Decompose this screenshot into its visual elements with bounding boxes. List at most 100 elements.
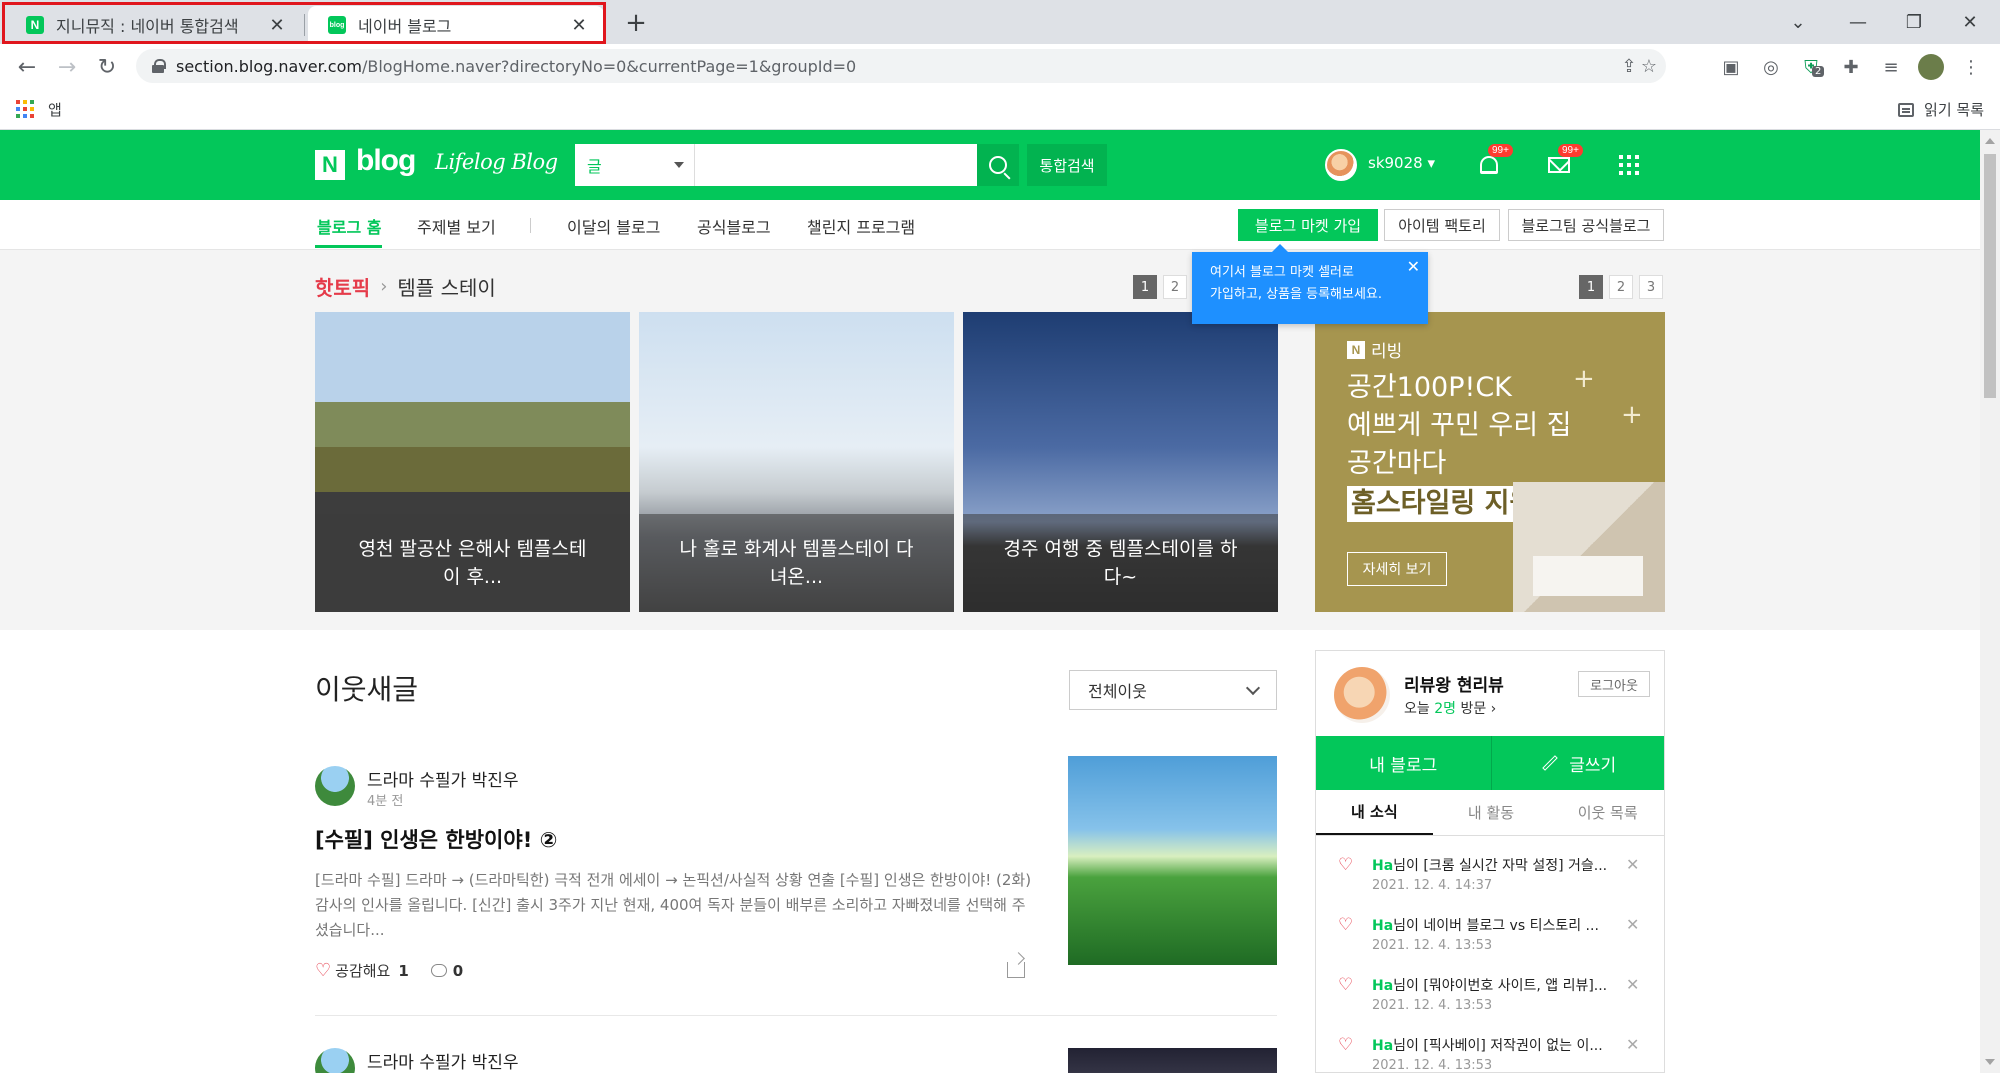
close-icon[interactable]: ✕ bbox=[568, 14, 590, 36]
subnav-blog-of-month[interactable]: 이달의 블로그 bbox=[567, 214, 660, 238]
post-thumbnail[interactable] bbox=[1068, 756, 1277, 965]
chrome-extension-color-icon[interactable]: ◎ bbox=[1758, 54, 1784, 80]
blog-market-join-button[interactable]: 블로그 마켓 가입 bbox=[1238, 209, 1378, 241]
like-label[interactable]: 공감해요 bbox=[335, 960, 390, 981]
more-vertical-icon[interactable]: ⋮ bbox=[1958, 54, 1984, 80]
scrollbar-thumb[interactable] bbox=[1984, 154, 1996, 398]
blog-team-official-button[interactable]: 블로그팀 공식블로그 bbox=[1508, 209, 1664, 241]
bookmark-star-icon[interactable]: ☆ bbox=[1632, 49, 1666, 83]
naver-logo[interactable]: N bbox=[315, 150, 345, 180]
hot-topic-label[interactable]: 핫토픽 bbox=[315, 272, 370, 301]
browser-window: N 지니뮤직 : 네이버 통합검색 ✕ blog 네이버 블로그 ✕ + ⌄ —… bbox=[0, 0, 2000, 1073]
tab-naver-blog[interactable]: blog 네이버 블로그 ✕ bbox=[308, 6, 604, 44]
heart-icon: ♡ bbox=[1338, 855, 1354, 875]
comment-icon[interactable] bbox=[430, 964, 447, 977]
window-close-icon[interactable]: ✕ bbox=[1942, 6, 1998, 38]
profile-avatar[interactable] bbox=[1334, 667, 1390, 723]
post-author[interactable]: 드라마 수필가 박진우 bbox=[367, 766, 519, 791]
close-icon[interactable]: ✕ bbox=[1626, 915, 1639, 934]
my-blog-button[interactable]: 내 블로그 bbox=[1316, 736, 1491, 790]
subnav-challenge-program[interactable]: 챌린지 프로그램 bbox=[807, 214, 915, 238]
user-avatar[interactable] bbox=[1325, 149, 1357, 181]
logout-button[interactable]: 로그아웃 bbox=[1578, 671, 1650, 697]
subnav-by-topic[interactable]: 주제별 보기 bbox=[417, 214, 496, 238]
profile-name[interactable]: 리뷰왕 현리뷰 bbox=[1404, 671, 1504, 696]
minimize-icon[interactable]: — bbox=[1830, 6, 1886, 38]
post-thumbnail[interactable] bbox=[1068, 1048, 1277, 1073]
page-button[interactable]: 1 bbox=[1133, 275, 1157, 299]
card-caption: 경주 여행 중 템플스테이를 하다~ bbox=[963, 514, 1278, 612]
filter-value: 전체이웃 bbox=[1088, 682, 1147, 701]
tab-my-activity[interactable]: 내 활동 bbox=[1433, 790, 1550, 835]
scroll-up-icon[interactable] bbox=[1985, 138, 1995, 144]
news-item[interactable]: ♡ Ha님이 [픽사베이] 저작권이 없는 이... 2021. 12. 4. … bbox=[1316, 1027, 1664, 1072]
tab-genie-music-search[interactable]: N 지니뮤직 : 네이버 통합검색 ✕ bbox=[6, 6, 302, 44]
share-icon[interactable] bbox=[1007, 962, 1025, 978]
visit-count[interactable]: 오늘 2명 방문 › bbox=[1404, 698, 1496, 718]
tab-neighbor-list[interactable]: 이웃 목록 bbox=[1549, 790, 1664, 835]
close-icon[interactable]: ✕ bbox=[1626, 975, 1639, 994]
page-button[interactable]: 3 bbox=[1639, 275, 1663, 299]
forward-arrow-icon[interactable]: → bbox=[52, 52, 82, 82]
naver-apps-button[interactable] bbox=[1612, 148, 1646, 182]
page-button[interactable]: 1 bbox=[1579, 275, 1603, 299]
ad-detail-button[interactable]: 자세히 보기 bbox=[1347, 552, 1447, 586]
restore-icon[interactable]: ❐ bbox=[1886, 6, 1942, 38]
write-button[interactable]: 글쓰기 bbox=[1490, 736, 1665, 790]
extensions-puzzle-icon[interactable]: ✚ bbox=[1838, 54, 1864, 80]
total-search-button[interactable]: 통합검색 bbox=[1027, 144, 1107, 186]
blog-logo-text[interactable]: blog bbox=[356, 144, 416, 178]
like-count: 1 bbox=[398, 961, 409, 980]
media-control-icon[interactable]: ≡ bbox=[1878, 54, 1904, 80]
apps-grid-icon[interactable] bbox=[16, 100, 34, 118]
close-icon[interactable]: ✕ bbox=[1626, 855, 1639, 874]
comment-count: 0 bbox=[452, 961, 464, 980]
picture-in-picture-icon[interactable]: ▣ bbox=[1718, 54, 1744, 80]
page-button[interactable]: 2 bbox=[1609, 275, 1633, 299]
search-input[interactable] bbox=[695, 144, 977, 186]
back-arrow-icon[interactable]: ← bbox=[12, 52, 42, 82]
page-button[interactable]: 2 bbox=[1163, 275, 1187, 299]
ad-line: 공간마다 bbox=[1347, 448, 1447, 479]
reload-icon[interactable]: ↻ bbox=[92, 52, 122, 82]
neighbor-filter-select[interactable]: 전체이웃 bbox=[1069, 670, 1277, 710]
news-item[interactable]: ♡ Ha님이 [뭐야이번호 사이트, 앱 리뷰]... 2021. 12. 4.… bbox=[1316, 967, 1664, 1027]
apps-bookmark-label[interactable]: 앱 bbox=[48, 99, 62, 120]
post-author[interactable]: 드라마 수필가 박진우 bbox=[367, 1048, 519, 1073]
scroll-down-icon[interactable] bbox=[1985, 1059, 1995, 1065]
address-bar[interactable]: section.blog.naver.com/BlogHome.naver?di… bbox=[136, 49, 1666, 83]
profile-avatar[interactable] bbox=[1918, 54, 1944, 80]
living-ad-banner[interactable]: N 리빙 공간100P!CK 예쁘게 꾸민 우리 집 공간마다 홈스타일링 지원금… bbox=[1315, 312, 1665, 612]
mail-button[interactable]: 99+ bbox=[1542, 144, 1583, 182]
hot-topic-name[interactable]: 템플 스테이 bbox=[397, 272, 495, 301]
search-button[interactable] bbox=[977, 144, 1019, 186]
close-icon[interactable]: ✕ bbox=[1407, 256, 1420, 278]
reading-list-button[interactable]: 읽기 목록 bbox=[1898, 99, 1984, 120]
news-date: 2021. 12. 4. 13:53 bbox=[1372, 998, 1493, 1013]
hot-topic-card[interactable]: 나 홀로 화계사 템플스테이 다녀온... bbox=[639, 312, 954, 612]
subnav-blog-home[interactable]: 블로그 홈 bbox=[317, 214, 381, 238]
page-scrollbar[interactable] bbox=[1980, 130, 2000, 1073]
hot-topic-card[interactable]: 경주 여행 중 템플스테이를 하다~ bbox=[963, 312, 1278, 612]
news-item[interactable]: ♡ Ha님이 네이버 블로그 vs 티스토리 ... 2021. 12. 4. … bbox=[1316, 907, 1664, 967]
new-tab-plus-icon[interactable]: + bbox=[622, 10, 650, 38]
news-item[interactable]: ♡ Ha님이 [크롬 실시간 자막 설정] 거슬... 2021. 12. 4.… bbox=[1316, 847, 1664, 907]
post-title[interactable]: [수필] 인생은 한방이야! ② bbox=[315, 824, 557, 854]
close-icon[interactable]: ✕ bbox=[266, 14, 288, 36]
notification-button[interactable]: 99+ bbox=[1472, 144, 1513, 182]
close-icon[interactable]: ✕ bbox=[1626, 1035, 1639, 1054]
username-dropdown[interactable]: sk9028 ▾ bbox=[1368, 154, 1435, 172]
tab-search-chevron-icon[interactable]: ⌄ bbox=[1770, 6, 1826, 38]
news-text: Ha님이 [크롬 실시간 자막 설정] 거슬... bbox=[1372, 858, 1608, 874]
heart-icon[interactable]: ♡ bbox=[315, 960, 331, 981]
search-type-select[interactable]: 글 bbox=[575, 144, 695, 186]
hot-topic-card[interactable]: 영천 팔공산 은해사 템플스테이 후... bbox=[315, 312, 630, 612]
author-avatar[interactable] bbox=[315, 766, 355, 806]
tab-my-news[interactable]: 내 소식 bbox=[1316, 790, 1433, 835]
post-excerpt[interactable]: [드라마 수필] 드라마 → (드라마틱한) 극적 전개 에세이 → 논픽션/사… bbox=[315, 868, 1035, 943]
shield-extension-icon[interactable]: ⛨ 2 bbox=[1798, 54, 1825, 80]
lifelog-blog-logo[interactable]: Lifelog Blog bbox=[435, 150, 558, 174]
subnav-official-blog[interactable]: 공식블로그 bbox=[697, 214, 771, 238]
author-avatar[interactable] bbox=[315, 1048, 355, 1073]
item-factory-button[interactable]: 아이템 팩토리 bbox=[1384, 209, 1500, 241]
